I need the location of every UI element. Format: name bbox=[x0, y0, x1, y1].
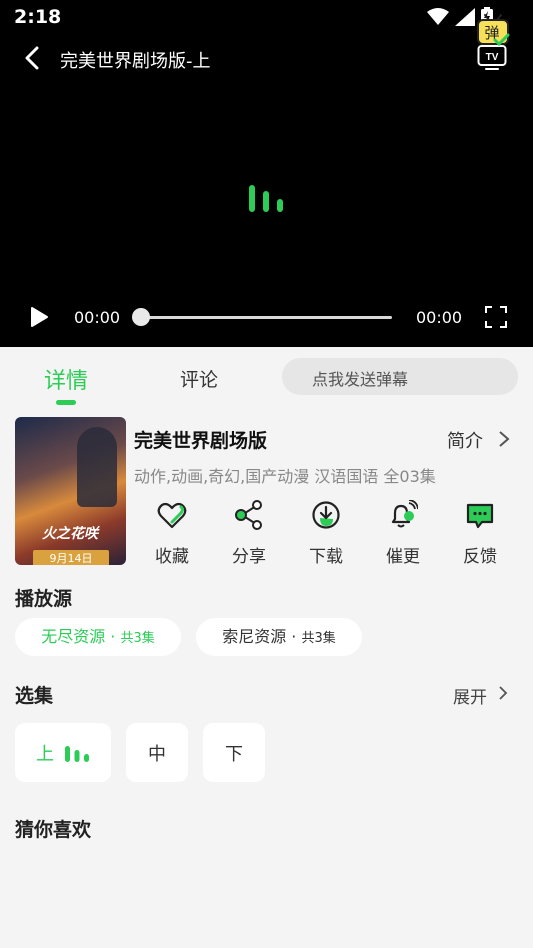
recommend-section-title: 猜你喜欢 bbox=[15, 819, 92, 841]
download-button[interactable]: 下载 bbox=[301, 500, 351, 567]
heart-icon bbox=[157, 502, 187, 529]
video-player[interactable]: 2:18 完美世界剧场版-上 TV 00:00 00:00 bbox=[0, 0, 533, 347]
tab-comment[interactable]: 评论 bbox=[180, 365, 218, 392]
player-title-bar: 完美世界剧场版-上 TV bbox=[0, 38, 533, 78]
show-meta: 动作,动画,奇幻,国产动漫 汉语国语 全03集 bbox=[134, 467, 436, 486]
expand-link[interactable]: 展开 bbox=[453, 683, 487, 708]
progress-knob[interactable] bbox=[132, 308, 150, 326]
tab-active-indicator bbox=[56, 400, 76, 405]
status-time: 2:18 bbox=[14, 6, 62, 28]
cast-tv-icon[interactable]: TV bbox=[477, 43, 507, 71]
episode-item[interactable]: 下 bbox=[203, 723, 265, 782]
play-icon[interactable] bbox=[28, 306, 50, 328]
update-reminder-button[interactable]: 催更 bbox=[378, 499, 428, 567]
svg-text:TV: TV bbox=[486, 52, 499, 63]
tab-bar: 详情 评论 点我发送弹幕 bbox=[0, 347, 533, 409]
episode-item-active[interactable]: 上 bbox=[15, 723, 111, 782]
video-title: 完美世界剧场版-上 bbox=[60, 51, 211, 72]
poster-date: 9月14日 bbox=[33, 550, 109, 565]
episode-item[interactable]: 中 bbox=[126, 723, 188, 782]
intro-link[interactable]: 简介 bbox=[447, 427, 483, 453]
current-time: 00:00 bbox=[74, 308, 121, 327]
playing-indicator-icon bbox=[65, 745, 89, 762]
source-chip-active[interactable]: 无尽资源 · 共3集 bbox=[15, 618, 181, 656]
progress-bar[interactable] bbox=[140, 316, 392, 319]
player-controls: 00:00 00:00 bbox=[0, 298, 533, 338]
danmaku-input[interactable]: 点我发送弹幕 bbox=[282, 358, 518, 395]
poster-logo: 火之花咲 bbox=[42, 526, 98, 542]
show-title: 完美世界剧场版 bbox=[134, 430, 268, 452]
chevron-right-icon[interactable] bbox=[497, 430, 511, 448]
episode-section-title: 选集 bbox=[15, 685, 54, 707]
bell-icon bbox=[391, 499, 419, 528]
danmaku-placeholder: 点我发送弹幕 bbox=[312, 370, 409, 389]
poster-image[interactable]: 火之花咲 9月14日 bbox=[15, 417, 126, 565]
source-chip[interactable]: 索尼资源 · 共3集 bbox=[196, 618, 362, 656]
back-button[interactable] bbox=[18, 44, 46, 72]
fullscreen-icon[interactable] bbox=[484, 305, 508, 329]
feedback-button[interactable]: 反馈 bbox=[455, 500, 505, 567]
chevron-left-icon bbox=[25, 46, 39, 70]
total-time: 00:00 bbox=[416, 308, 463, 327]
feedback-icon bbox=[466, 503, 494, 529]
svg-text:弹: 弹 bbox=[484, 24, 499, 42]
loading-indicator-icon bbox=[249, 185, 283, 212]
favorite-button[interactable]: 收藏 bbox=[147, 500, 197, 567]
download-icon bbox=[312, 501, 340, 529]
danmaku-toggle-icon[interactable]: 弹 bbox=[476, 13, 510, 47]
share-button[interactable]: 分享 bbox=[224, 500, 274, 567]
signal-icon bbox=[455, 8, 475, 26]
status-bar: 2:18 bbox=[0, 0, 533, 36]
source-section-title: 播放源 bbox=[15, 588, 73, 610]
tab-detail[interactable]: 详情 bbox=[44, 363, 88, 395]
wifi-icon bbox=[427, 8, 449, 25]
chevron-right-icon[interactable] bbox=[497, 684, 509, 702]
share-icon bbox=[235, 500, 262, 530]
